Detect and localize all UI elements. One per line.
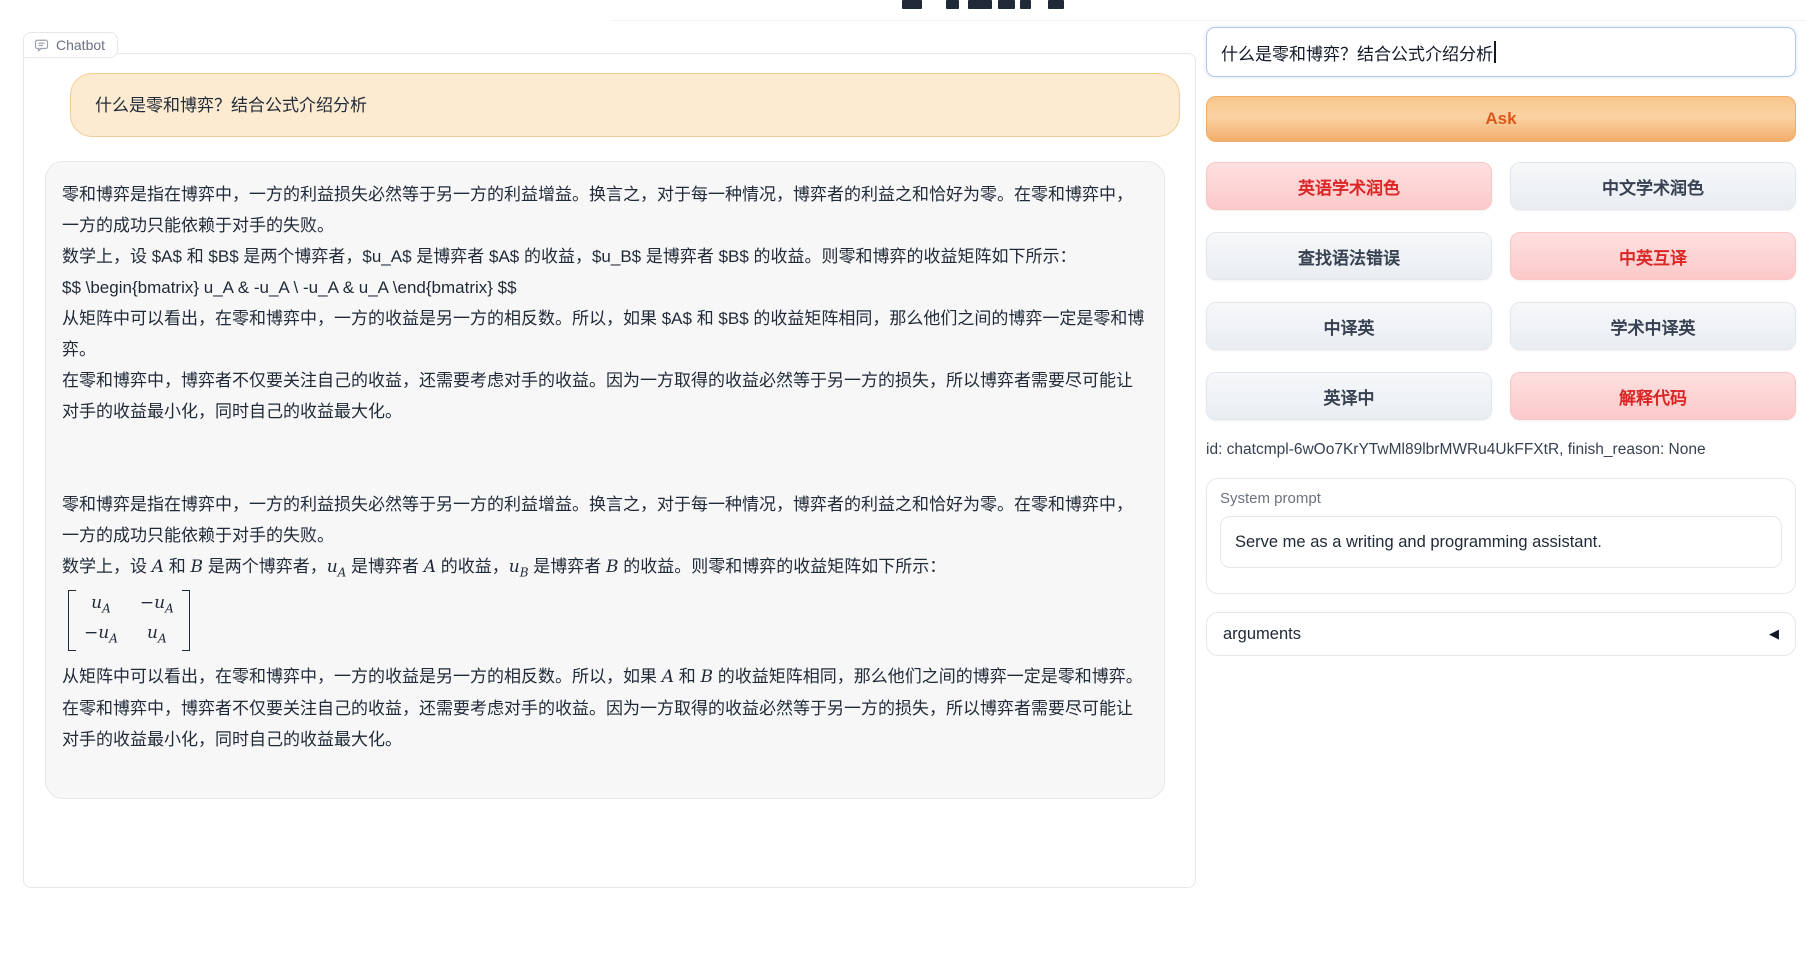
button-en-to-zh[interactable]: 英译中: [1206, 372, 1492, 420]
question-input[interactable]: 什么是零和博弈？结合公式介绍分析: [1206, 27, 1796, 77]
chatbot-panel: Chatbot 什么是零和博弈？结合公式介绍分析 零和博弈是指在博弈中，一方的利…: [23, 53, 1196, 888]
clipped-page-title-glyphs: [898, 0, 1078, 9]
user-message-bubble: 什么是零和博弈？结合公式介绍分析: [70, 73, 1180, 137]
bot-raw-paragraph-2: 数学上，设 $A$ 和 $B$ 是两个博弈者，$u_A$ 是博弈者 $A$ 的收…: [62, 241, 1148, 272]
bot-raw-formula: $$ \begin{bmatrix} u_A & -u_A \ -u_A & u…: [62, 272, 1148, 303]
button-chinese-academic-polish[interactable]: 中文学术润色: [1510, 162, 1796, 210]
bot-rendered-paragraph-3: 从矩阵中可以看出，在零和博弈中，一方的收益是另一方的相反数。所以，如果 A 和 …: [62, 661, 1148, 693]
button-academic-zh-to-en[interactable]: 学术中译英: [1510, 302, 1796, 350]
arguments-accordion[interactable]: arguments ◀: [1206, 612, 1796, 656]
app-root: Chatbot 什么是零和博弈？结合公式介绍分析 零和博弈是指在博弈中，一方的利…: [0, 0, 1814, 961]
chatbot-label-text: Chatbot: [56, 37, 105, 53]
matrix-right-bracket: [182, 590, 190, 651]
accordion-collapse-icon: ◀: [1769, 626, 1779, 642]
bot-message-section-gap: [62, 427, 1148, 489]
system-prompt-input[interactable]: Serve me as a writing and programming as…: [1220, 516, 1782, 568]
arguments-accordion-label: arguments: [1223, 625, 1301, 644]
system-prompt-value: Serve me as a writing and programming as…: [1235, 533, 1602, 552]
chat-bubble-icon: [34, 38, 49, 53]
matrix-cell-r1c1: uA: [84, 591, 118, 620]
question-input-value: 什么是零和博弈？结合公式介绍分析: [1221, 40, 1493, 65]
matrix-cell-r1c2: −uA: [140, 591, 174, 620]
matrix-cell-r2c1: −uA: [84, 621, 118, 650]
chatbot-label-tab: Chatbot: [23, 32, 118, 58]
bot-raw-paragraph-1: 零和博弈是指在博弈中，一方的利益损失必然等于另一方的利益增益。换言之，对于每一种…: [62, 179, 1148, 241]
system-prompt-card: System prompt Serve me as a writing and …: [1206, 478, 1796, 594]
text-cursor: [1494, 41, 1496, 63]
matrix-left-bracket: [68, 590, 76, 651]
bot-message-bubble: 零和博弈是指在博弈中，一方的利益损失必然等于另一方的利益增益。换言之，对于每一种…: [45, 161, 1165, 799]
bot-raw-paragraph-4: 在零和博弈中，博弈者不仅要关注自己的收益，还需要考虑对手的收益。因为一方取得的收…: [62, 365, 1148, 427]
bot-raw-paragraph-3: 从矩阵中可以看出，在零和博弈中，一方的收益是另一方的相反数。所以，如果 $A$ …: [62, 303, 1148, 365]
quick-action-grid: 英语学术润色 中文学术润色 查找语法错误 中英互译 中译英 学术中译英 英译中 …: [1206, 162, 1796, 420]
user-message-text: 什么是零和博弈？结合公式介绍分析: [95, 90, 367, 121]
button-zh-en-mutual-translate[interactable]: 中英互译: [1510, 232, 1796, 280]
completion-status-text: id: chatcmpl-6wOo7KrYTwMl89lbrMWRu4UkFFX…: [1206, 441, 1796, 459]
button-zh-to-en[interactable]: 中译英: [1206, 302, 1492, 350]
bot-rendered-paragraph-4: 在零和博弈中，博弈者不仅要关注自己的收益，还需要考虑对手的收益。因为一方取得的收…: [62, 693, 1148, 755]
bot-rendered-paragraph-1: 零和博弈是指在博弈中，一方的利益损失必然等于另一方的利益增益。换言之，对于每一种…: [62, 489, 1148, 551]
button-explain-code[interactable]: 解释代码: [1510, 372, 1796, 420]
system-prompt-label: System prompt: [1220, 490, 1782, 507]
button-find-grammar-errors[interactable]: 查找语法错误: [1206, 232, 1492, 280]
header-divider: [612, 20, 1806, 21]
matrix-cell-r2c2: uA: [140, 621, 174, 650]
bot-rendered-paragraph-2: 数学上，设 A 和 B 是两个博弈者，uA 是博弈者 A 的收益，uB 是博弈者…: [62, 551, 1148, 588]
bot-rendered-matrix: uA −uA −uA uA: [62, 588, 1148, 661]
button-english-academic-polish[interactable]: 英语学术润色: [1206, 162, 1492, 210]
ask-button[interactable]: Ask: [1206, 96, 1796, 142]
